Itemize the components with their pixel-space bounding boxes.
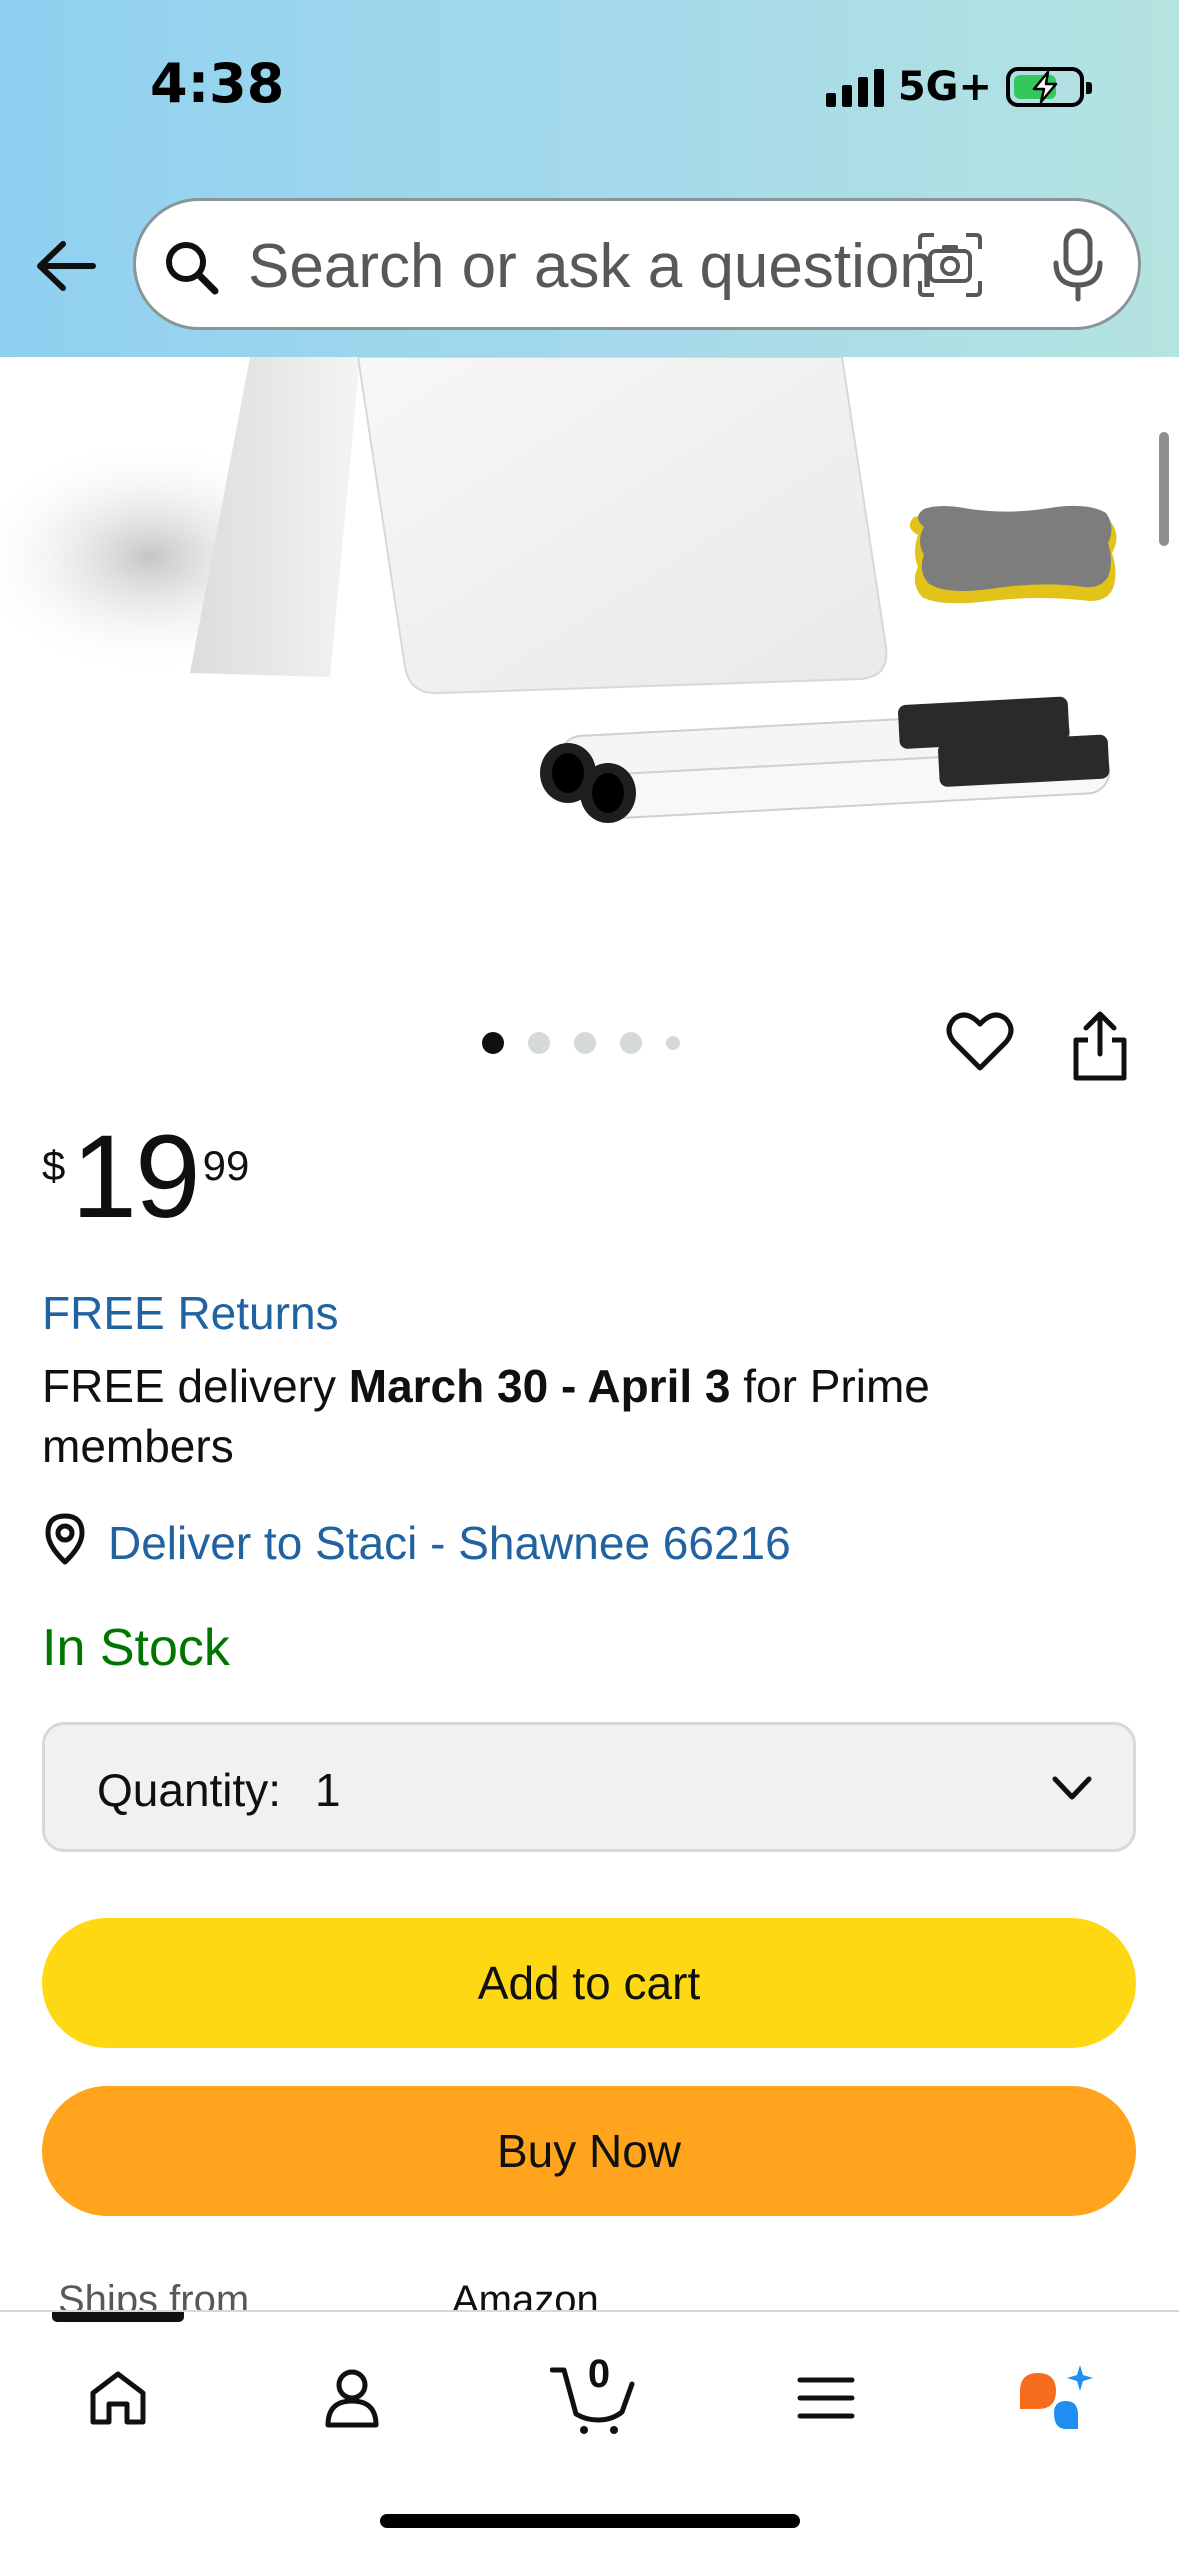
image-carousel-dots[interactable] — [482, 1032, 680, 1054]
carousel-dot[interactable] — [528, 1032, 550, 1054]
cart-count-badge: 0 — [587, 2352, 611, 2396]
ships-from-value: Amazon — [452, 2278, 599, 2312]
product-price: $ 19 99 — [42, 1118, 249, 1236]
quantity-label: Quantity: — [97, 1764, 282, 1816]
carousel-dot[interactable] — [574, 1032, 596, 1054]
search-icon — [166, 242, 219, 295]
chevron-down-icon — [1052, 1776, 1092, 1800]
status-indicators: 5G+ — [825, 62, 1092, 112]
price-currency: $ — [42, 1142, 66, 1189]
menu-icon — [797, 2377, 855, 2419]
home-indicator[interactable] — [380, 2514, 800, 2528]
nav-home[interactable] — [78, 2358, 158, 2438]
status-time: 4:38 — [150, 52, 285, 115]
delivery-info: FREE delivery March 30 - April 3 for Pri… — [42, 1356, 1102, 1476]
search-input[interactable] — [248, 229, 1008, 303]
signal-strength-icon — [825, 67, 884, 107]
camera-lens-icon[interactable] — [916, 231, 984, 299]
scroll-indicator[interactable] — [1159, 432, 1169, 546]
free-returns-link[interactable]: FREE Returns — [42, 1286, 339, 1340]
nav-rufus[interactable] — [1014, 2358, 1094, 2438]
ships-from-label: Ships from — [58, 2278, 250, 2312]
ships-from-row: Ships from Amazon — [0, 2272, 1179, 2312]
carousel-dot[interactable] — [666, 1036, 680, 1050]
battery-icon — [1006, 67, 1092, 107]
home-icon — [90, 2371, 146, 2425]
microphone-icon[interactable] — [1048, 227, 1108, 305]
nav-account[interactable] — [312, 2358, 392, 2438]
price-fraction: 99 — [202, 1142, 250, 1189]
price-whole: 19 — [71, 1111, 200, 1243]
delivery-prefix: FREE delivery — [42, 1360, 336, 1412]
back-button[interactable] — [30, 230, 102, 302]
quantity-value: 1 — [315, 1764, 341, 1816]
deliver-to-link[interactable]: Deliver to Staci - Shawnee 66216 — [108, 1516, 791, 1570]
carousel-dot[interactable] — [620, 1032, 642, 1054]
search-bar[interactable] — [133, 198, 1141, 330]
share-icon[interactable] — [1070, 1010, 1130, 1082]
heart-icon[interactable] — [946, 1010, 1014, 1074]
active-tab-indicator — [52, 2312, 184, 2322]
delivery-dates: March 30 - April 3 — [348, 1360, 731, 1412]
stock-status: In Stock — [42, 1619, 230, 1677]
add-to-cart-button[interactable]: Add to cart — [42, 1918, 1136, 2048]
account-icon — [325, 2369, 379, 2428]
nav-cart[interactable]: 0 — [548, 2352, 638, 2438]
quantity-select[interactable]: Quantity: 1 — [42, 1722, 1136, 1852]
location-pin-icon — [45, 1513, 85, 1565]
product-image[interactable] — [0, 357, 1179, 977]
buy-now-button[interactable]: Buy Now — [42, 2086, 1136, 2216]
nav-menu[interactable] — [786, 2358, 866, 2438]
rufus-ai-icon — [1020, 2365, 1093, 2429]
network-type: 5G+ — [897, 64, 992, 110]
app-header: 4:38 5G+ — [0, 0, 1179, 357]
whiteboard-product-illustration — [0, 357, 1117, 823]
arrow-left-icon — [37, 241, 96, 291]
carousel-dot-active[interactable] — [482, 1032, 504, 1054]
